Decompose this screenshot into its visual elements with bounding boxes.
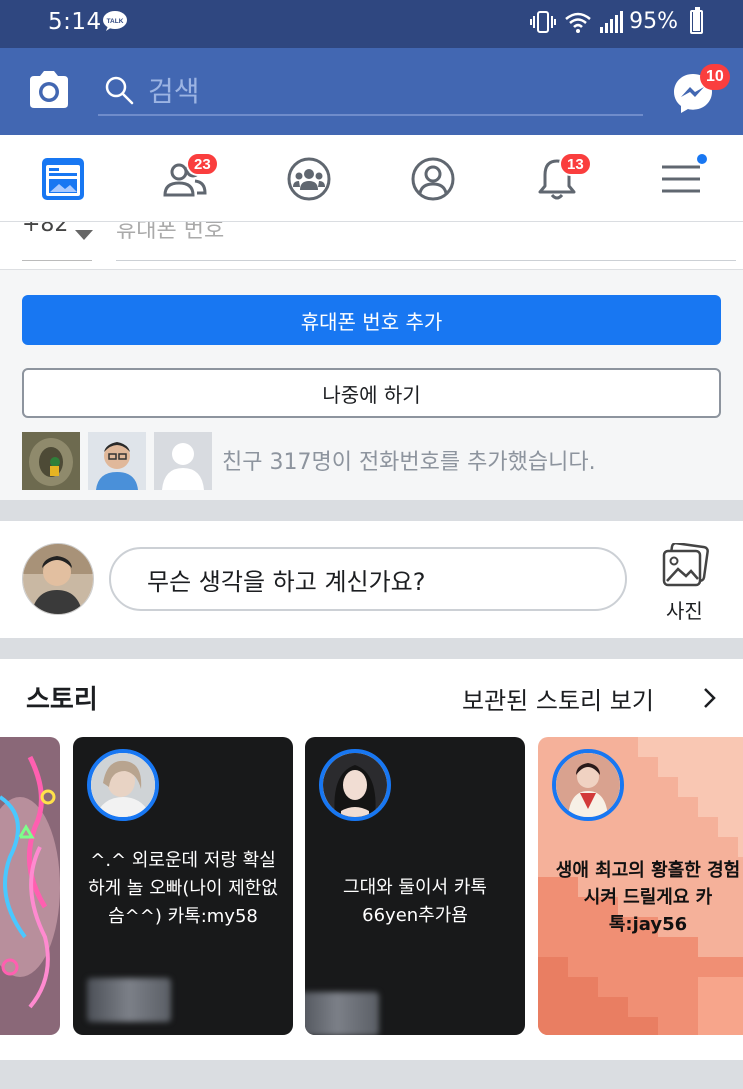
wifi-icon	[565, 12, 591, 33]
stories-title: 스토리	[26, 685, 98, 715]
chevron-down-icon[interactable]	[75, 230, 93, 240]
tab-news-feed[interactable]	[39, 155, 87, 203]
groups-icon	[287, 157, 331, 201]
section-divider	[0, 638, 743, 659]
story-card[interactable]: 생애 최고의 황홀한 경험 시켜 드릴게요 카톡:jay56	[538, 737, 743, 1035]
country-code-underline	[22, 260, 92, 261]
friends-added-text: 친구 317명이 전화번호를 추가했습니다.	[222, 450, 596, 475]
story-avatar	[552, 749, 624, 821]
battery-percent: 95%	[629, 9, 678, 34]
news-feed-icon	[42, 158, 84, 200]
top-bar: 검색 10	[0, 48, 743, 135]
status-time: 5:14	[48, 9, 102, 35]
vibrate-icon	[530, 10, 557, 33]
profile-icon	[411, 157, 455, 201]
story-card[interactable]: ^.^ 외로운데 저랑 확실하게 놀 오빠(나이 제한없슴^^) 카톡:my58	[73, 737, 293, 1035]
camera-icon[interactable]	[26, 68, 72, 112]
photo-label[interactable]: 사진	[666, 595, 703, 624]
friends-badge: 23	[186, 152, 219, 176]
search-icon	[105, 76, 134, 105]
phone-input-underline	[116, 260, 736, 261]
notifications-badge: 13	[559, 152, 592, 176]
section-divider	[0, 1060, 743, 1089]
later-button[interactable]: 나중에 하기	[22, 368, 721, 418]
country-code-select[interactable]: +82	[22, 222, 68, 237]
status-bar: 5:14 TALK 95%	[0, 0, 743, 48]
kakaotalk-icon: TALK	[103, 11, 127, 31]
phone-number-card: +82 휴대폰 번호 휴대폰 번호 추가 나중에 하기 친구 317명이 전화번…	[0, 222, 743, 500]
story-text: 생애 최고의 황홀한 경험 시켜 드릴게요 카톡:jay56	[555, 860, 741, 935]
friend-thumbnail	[154, 432, 212, 490]
avatar[interactable]	[22, 543, 94, 615]
story-text: 그대와 둘이서 카톡 66yen추가욤	[343, 877, 487, 926]
phone-input-row: +82 휴대폰 번호	[0, 222, 743, 270]
story-avatar	[319, 749, 391, 821]
whats-on-your-mind-input[interactable]: 무슨 생각을 하고 계신가요?	[109, 547, 627, 611]
post-composer: 무슨 생각을 하고 계신가요? 사진	[0, 521, 743, 638]
phone-number-input[interactable]: 휴대폰 번호	[116, 222, 224, 244]
friends-added-row: 친구 317명이 전화번호를 추가했습니다.	[22, 432, 722, 490]
friend-thumbnail	[22, 432, 80, 490]
tab-groups[interactable]	[285, 155, 333, 203]
battery-icon	[690, 6, 703, 34]
section-divider	[0, 500, 743, 521]
friend-thumbnail	[88, 432, 146, 490]
photo-icon[interactable]	[660, 543, 710, 589]
add-phone-button[interactable]: 휴대폰 번호 추가	[22, 295, 721, 345]
blurred-name	[87, 978, 171, 1022]
tab-profile[interactable]	[409, 155, 457, 203]
messenger-badge: 10	[700, 64, 730, 90]
signal-icon	[600, 10, 624, 33]
blurred-name	[305, 992, 379, 1035]
story-avatar	[87, 749, 159, 821]
menu-dot-indicator	[695, 152, 709, 166]
story-text: ^.^ 외로운데 저랑 확실하게 놀 오빠(나이 제한없슴^^) 카톡:my58	[88, 850, 278, 927]
story-card[interactable]: 그대와 둘이서 카톡 66yen추가욤	[305, 737, 525, 1035]
nav-bar: 23 13	[0, 135, 743, 222]
search-bar[interactable]: 검색	[98, 66, 643, 116]
stories-section: 스토리 보관된 스토리 보기 ^.^ 외로운데 저랑 확실하게 놀 오빠(나이	[0, 659, 743, 1060]
chevron-right-icon[interactable]	[703, 687, 717, 709]
search-placeholder: 검색	[148, 75, 200, 108]
story-card[interactable]	[0, 737, 60, 1035]
archived-stories-link[interactable]: 보관된 스토리 보기	[462, 681, 654, 716]
talk-label: TALK	[107, 18, 124, 25]
